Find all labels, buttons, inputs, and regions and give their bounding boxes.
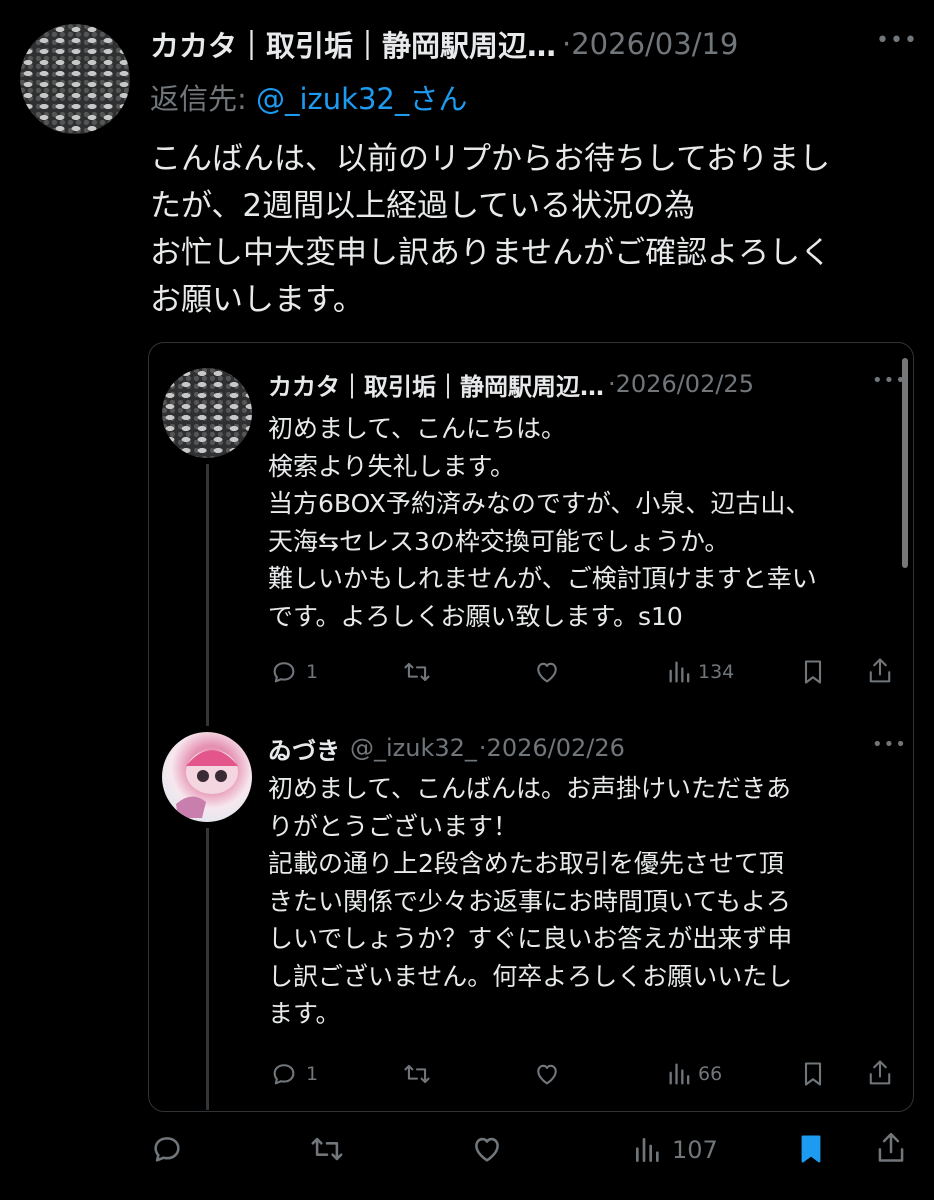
reply-button[interactable]: 1 (270, 658, 318, 686)
share-button[interactable] (866, 1058, 894, 1088)
tweet-text-line: こんばんは、以前のリプからお待ちしておりまし (150, 141, 831, 177)
views-button[interactable]: 107 (632, 1134, 718, 1166)
tweet-text-line: たが、2週間以上経過している状況の為 (150, 188, 696, 224)
like-icon (532, 658, 562, 686)
share-button[interactable] (874, 1130, 908, 1166)
bookmark-icon (796, 1132, 826, 1166)
author-name[interactable]: カカタ｜取引垢｜静岡駅周辺… (268, 367, 604, 402)
retweet-button[interactable] (308, 1132, 346, 1166)
bookmark-icon (800, 1060, 826, 1088)
retweet-icon (402, 658, 432, 686)
views-icon (666, 658, 694, 686)
share-icon (866, 656, 894, 686)
tweet-text-line: 記載の通り上2段含めたお取引を優先させて頂 (268, 849, 784, 878)
retweet-button[interactable] (402, 658, 432, 686)
reply-context: 返信先: @_izuk32_さん (150, 76, 467, 118)
tweet-header: ゐづき @_izuk32_ ·2026/02/26 (268, 730, 625, 766)
tweet-text-line: しいでしょうか？すぐに良いお答えが出来ず申 (268, 924, 793, 953)
tweet-text-line: し訳ございません。何卒よろしくお願いいたし (268, 961, 793, 991)
tweet-text: 初めまして、こんにちは。 検索より失礼します。 当方6BOX予約済みなのですが、… (268, 410, 817, 635)
reply-to-link[interactable]: @_izuk32_さん (256, 82, 467, 116)
retweet-icon (402, 1060, 432, 1088)
tweet-text-line: りがとうございます！ (268, 811, 519, 841)
tweet-text-line: 天海⇆セレス3の枠交換可能でしょうか。 (268, 526, 730, 556)
views-icon (666, 1060, 694, 1088)
bookmark-button[interactable] (796, 1132, 826, 1166)
share-icon (874, 1130, 908, 1166)
like-button[interactable] (468, 1132, 506, 1166)
tweet-text-line: 検索より失礼します。 (268, 451, 516, 481)
views-button[interactable]: 66 (666, 1060, 722, 1088)
more-icon[interactable]: ••• (872, 734, 907, 755)
retweet-icon (308, 1132, 346, 1166)
reply-icon (270, 658, 298, 686)
views-icon (632, 1134, 664, 1166)
bookmark-button[interactable] (800, 1060, 826, 1088)
avatar[interactable] (162, 732, 252, 822)
thread-line (206, 464, 209, 726)
more-icon[interactable]: ••• (872, 370, 907, 391)
tweet-text-line: お忙し中大変申し訳ありませんがご確認よろしく (150, 235, 832, 271)
like-icon (468, 1132, 506, 1166)
like-icon (532, 1060, 562, 1088)
share-icon (866, 1058, 894, 1088)
reply-button[interactable] (150, 1132, 184, 1166)
retweet-button[interactable] (402, 1060, 432, 1088)
tweet-text-line: 当方6BOX予約済みなのですが、小泉、辺古山、 (268, 489, 811, 518)
tweet-text-line: 難しいかもしれませんが、ご検討頂けますと幸い (268, 564, 817, 593)
views-count: 134 (698, 661, 735, 683)
like-button[interactable] (532, 658, 562, 686)
tweet-text-line: お願いします。 (150, 282, 364, 318)
reply-icon (270, 1060, 298, 1088)
reply-icon (150, 1132, 184, 1166)
tweet-text-line: 初めまして、こんばんは。お声掛けいただきあ (268, 774, 792, 803)
thread-line (206, 828, 209, 1110)
more-icon[interactable]: ••• (876, 28, 918, 53)
views-count: 107 (672, 1136, 718, 1164)
views-button[interactable]: 134 (666, 658, 734, 686)
tweet-text-line: ます。 (268, 999, 341, 1028)
tweet-header: カカタ｜取引垢｜静岡駅周辺… ·2026/03/19 (150, 22, 738, 66)
bookmark-icon (800, 658, 826, 686)
views-count: 66 (698, 1063, 723, 1085)
share-button[interactable] (866, 656, 894, 686)
author-name[interactable]: ゐづき (268, 731, 340, 766)
bookmark-button[interactable] (800, 658, 826, 686)
author-handle[interactable]: @_izuk32_ (350, 734, 477, 762)
tweet-date[interactable]: ·2026/02/26 (479, 734, 625, 762)
like-button[interactable] (532, 1060, 562, 1088)
reply-count: 1 (306, 1063, 319, 1085)
tweet-date[interactable]: ·2026/02/25 (608, 370, 754, 398)
reply-button[interactable]: 1 (270, 1060, 318, 1088)
tweet-date[interactable]: ·2026/03/19 (562, 27, 738, 61)
avatar[interactable] (162, 368, 252, 458)
avatar[interactable] (20, 24, 130, 134)
tweet-text-line: きたい関係で少々お返事にお時間頂いてもよろ (268, 886, 792, 916)
reply-count: 1 (306, 661, 319, 683)
author-name[interactable]: カカタ｜取引垢｜静岡駅周辺… (150, 23, 556, 65)
tweet-text: こんばんは、以前のリプからお待ちしておりまし たが、2週間以上経過している状況の… (150, 136, 831, 324)
tweet-text-line: です。よろしくお願い致します。s10 (268, 601, 683, 631)
tweet-text: 初めまして、こんばんは。お声掛けいただきあ りがとうございます！ 記載の通り上2… (268, 770, 792, 1033)
tweet-text-line: 初めまして、こんにちは。 (268, 414, 567, 443)
tweet-header: カカタ｜取引垢｜静岡駅周辺… ·2026/02/25 (268, 366, 754, 402)
reply-label: 返信先: (150, 82, 247, 116)
